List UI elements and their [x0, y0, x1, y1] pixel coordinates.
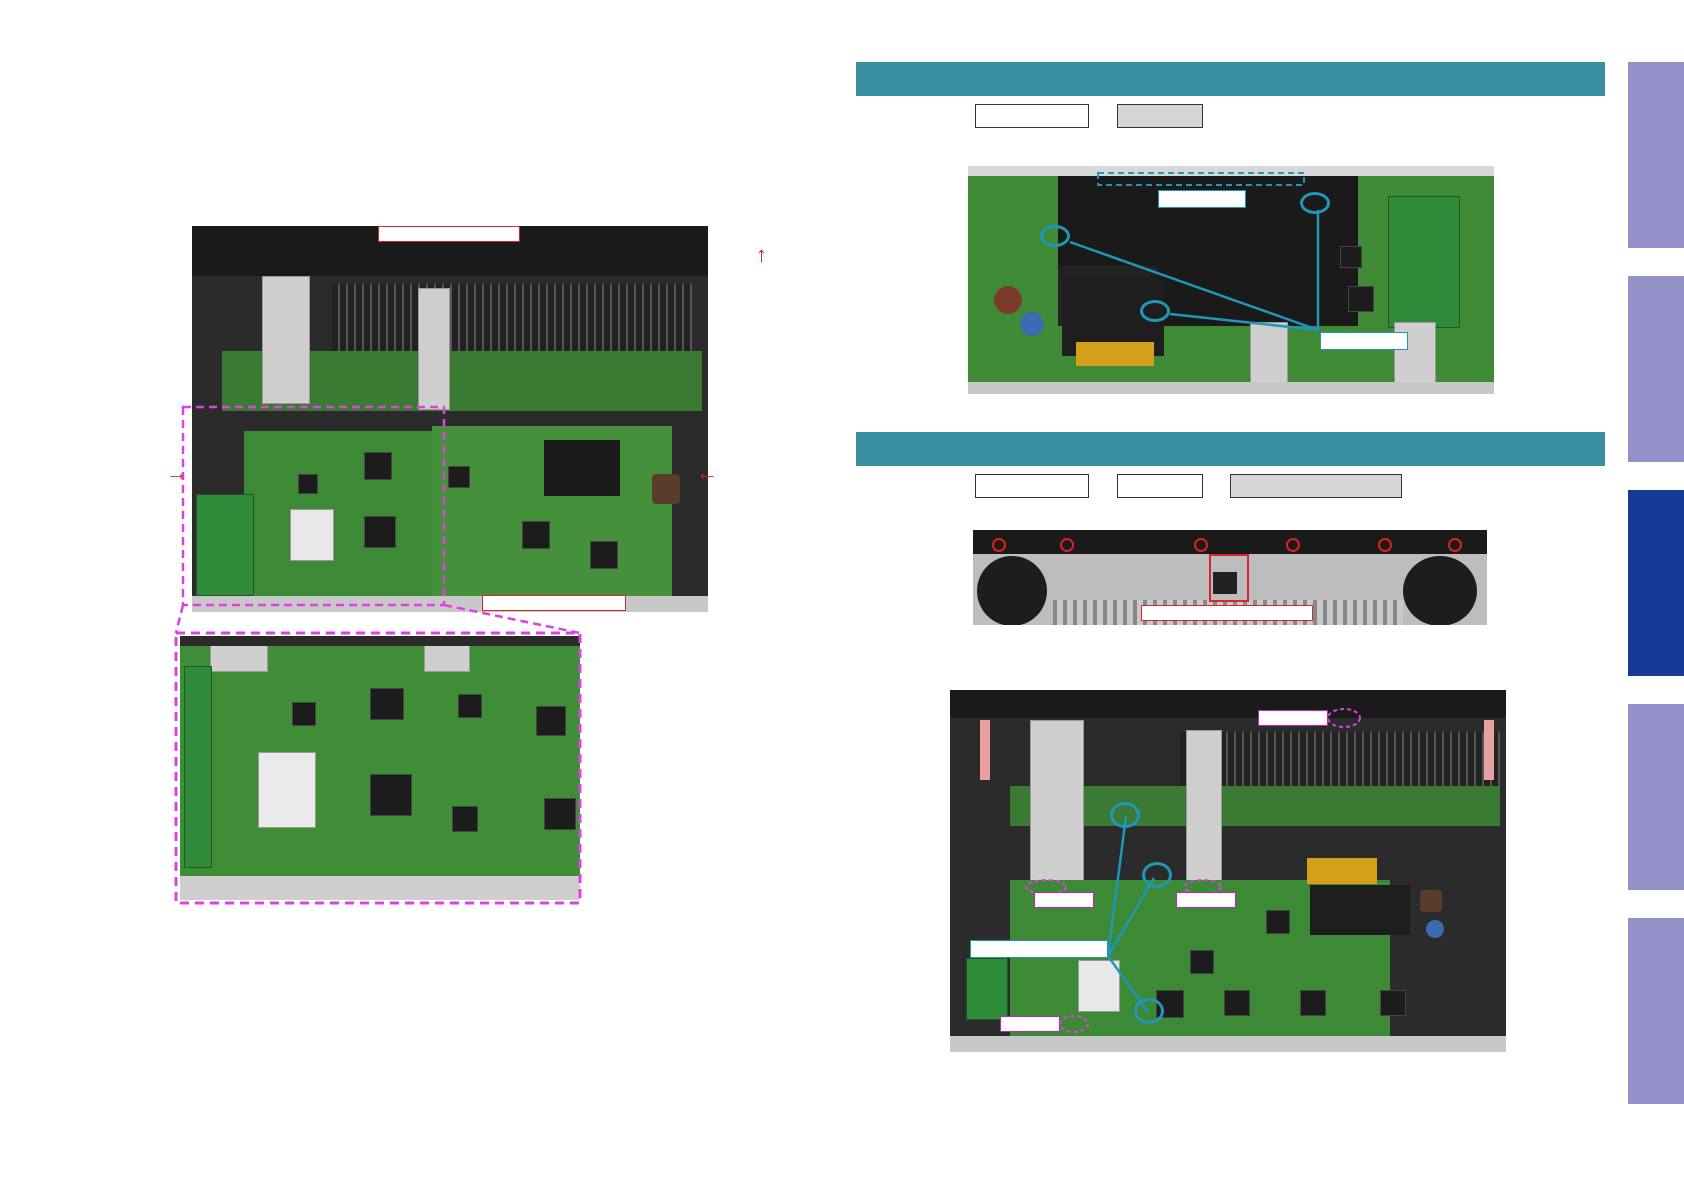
callout-label-board-screws — [970, 940, 1108, 958]
callout-label-connector — [1258, 710, 1328, 726]
callout-label-connector — [1034, 892, 1094, 908]
screw-marker — [1110, 802, 1140, 828]
side-tab-3-active[interactable] — [1628, 490, 1684, 676]
side-tab-1[interactable] — [1628, 62, 1684, 248]
side-tab-5[interactable] — [1628, 918, 1684, 1104]
side-tab-2[interactable] — [1628, 276, 1684, 462]
callout-label-connector — [1176, 892, 1236, 908]
screw-marker — [1134, 998, 1164, 1024]
screw-callout-lines-2 — [1025, 708, 1361, 1033]
side-tab-4[interactable] — [1628, 704, 1684, 890]
screw-marker — [1142, 862, 1172, 888]
callout-label-connector — [1000, 1016, 1060, 1032]
